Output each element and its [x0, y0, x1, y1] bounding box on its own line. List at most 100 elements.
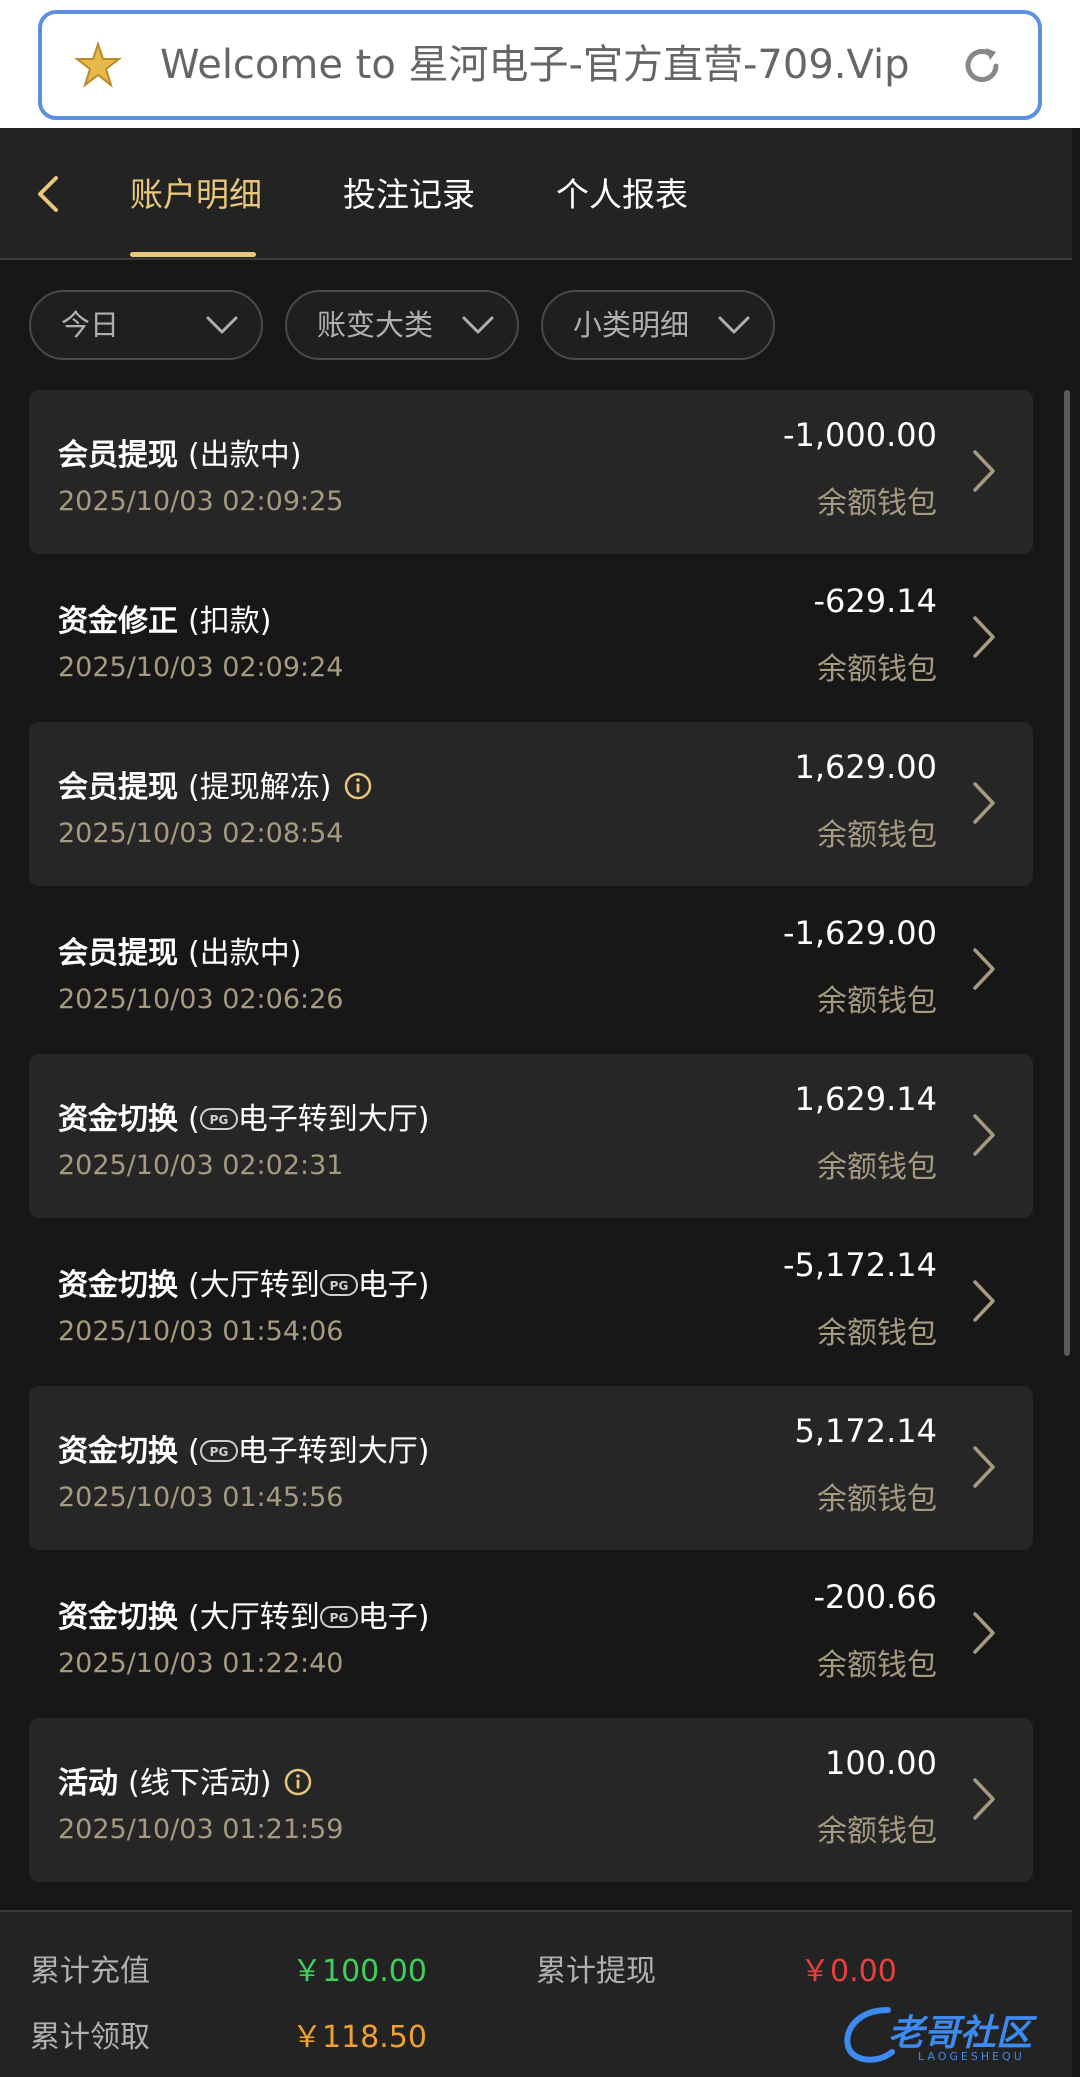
record-subtype: (线下活动): [128, 1766, 272, 1801]
record-title: 会员提现 (出款中): [58, 430, 301, 474]
info-icon[interactable]: [343, 771, 373, 801]
record-title: 资金切换 ( PG 电子转到大厅): [58, 1094, 429, 1138]
record-timestamp: 2025/10/03 01:45:56: [58, 1482, 344, 1513]
watermark-logo: 老哥社区 LAOGESHEQU: [838, 2000, 1068, 2070]
record-subtype-suffix: 电子转到大厅): [237, 1434, 430, 1469]
record-timestamp: 2025/10/03 02:09:24: [58, 652, 344, 683]
record-type: 资金切换: [58, 1600, 178, 1635]
chevron-right-icon[interactable]: [971, 946, 997, 992]
list-item[interactable]: 会员提现 (出款中) 2025/10/03 02:06:26 -1,629.00 余额钱…: [29, 888, 1033, 1052]
chevron-right-icon[interactable]: [971, 780, 997, 826]
chevron-right-icon[interactable]: [971, 1278, 997, 1324]
record-subtype: (提现解冻): [188, 770, 332, 805]
pg-logo-icon: PG: [319, 1605, 358, 1628]
record-title: 会员提现 (提现解冻): [58, 762, 373, 806]
record-amount: 1,629.00: [794, 748, 938, 786]
record-wallet: 余额钱包: [817, 652, 937, 687]
tab-account-details[interactable]: 账户明细: [130, 168, 262, 216]
watermark-subtext: LAOGESHEQU: [918, 2050, 1025, 2063]
total-claim-value: ￥118.50: [292, 2020, 427, 2055]
total-deposit-value: ￥100.00: [292, 1954, 427, 1989]
record-type: 会员提现: [58, 936, 178, 971]
record-wallet: 余额钱包: [817, 1482, 937, 1517]
record-subtype: (出款中): [188, 438, 302, 473]
record-wallet: 余额钱包: [817, 984, 937, 1019]
record-title: 资金切换 (PG 电子转到大厅): [58, 1426, 429, 1470]
record-subtype: (扣款): [188, 604, 272, 639]
record-wallet: 余额钱包: [817, 1150, 937, 1185]
filter-category-label: 账变大类: [317, 308, 434, 342]
record-title: 会员提现 (出款中): [58, 928, 301, 972]
record-type: 资金切换: [58, 1102, 178, 1137]
record-type: 资金切换: [58, 1268, 178, 1303]
active-tab-indicator: [130, 252, 256, 257]
list-item[interactable]: 资金切换 (大厅转到 PG 电子) 2025/10/03 01:54:06 -5,172.…: [29, 1220, 1033, 1384]
list-item[interactable]: 资金修正 (扣款) 2025/10/03 02:09:24 -629.14 余额钱包: [29, 556, 1033, 720]
list-item[interactable]: 资金切换 (PG 电子转到大厅) 2025/10/03 01:45:56 5,172.1…: [29, 1386, 1033, 1550]
svg-text:PG: PG: [209, 1445, 228, 1459]
watermark-text: 老哥社区: [888, 2013, 1033, 2054]
svg-text:PG: PG: [329, 1279, 348, 1293]
pg-logo-icon: PG: [199, 1439, 238, 1462]
record-amount: 1,629.14: [794, 1080, 938, 1118]
page: Welcome to 星河电子-官方直营-709.Vip 账户明细 投注记录 个…: [0, 0, 1080, 2077]
record-subtype-prefix: (: [188, 1102, 200, 1137]
record-subtype: (PG 电子转到大厅): [188, 1434, 429, 1469]
filter-category[interactable]: 账变大类: [285, 290, 519, 360]
record-subtype: ( PG 电子转到大厅): [188, 1102, 429, 1137]
chevron-down-icon: [462, 316, 494, 334]
chevron-right-icon[interactable]: [971, 614, 997, 660]
record-subtype-suffix: 电子): [357, 1600, 430, 1635]
list-item[interactable]: 会员提现 (出款中) 2025/10/03 02:09:25 -1,000.00 余额钱…: [29, 390, 1033, 554]
record-wallet: 余额钱包: [817, 818, 937, 853]
record-amount: 100.00: [825, 1744, 937, 1782]
record-wallet: 余额钱包: [817, 486, 937, 521]
back-arrow-icon[interactable]: [30, 172, 64, 216]
record-amount: -1,629.00: [782, 914, 937, 952]
info-icon[interactable]: [283, 1767, 313, 1797]
total-deposit-label: 累计充值: [30, 1954, 150, 1989]
list-item[interactable]: 资金切换 ( PG 电子转到大厅) 2025/10/03 02:02:31 1,629.1…: [29, 1054, 1033, 1218]
pg-logo-icon: PG: [319, 1273, 358, 1296]
chevron-down-icon: [718, 316, 750, 334]
record-wallet: 余额钱包: [817, 1814, 937, 1849]
record-title: 活动 (线下活动): [58, 1758, 313, 1802]
record-subtype: (大厅转到 PG 电子): [188, 1600, 429, 1635]
record-type: 资金切换: [58, 1434, 178, 1469]
record-timestamp: 2025/10/03 01:22:40: [58, 1648, 344, 1679]
record-subtype: (出款中): [188, 936, 302, 971]
record-amount: -629.14: [813, 582, 937, 620]
record-subtype-suffix: 电子): [357, 1268, 430, 1303]
filter-subcategory[interactable]: 小类明细: [541, 290, 775, 360]
scrollbar[interactable]: [1064, 390, 1070, 1356]
filter-date[interactable]: 今日: [29, 290, 263, 360]
list-item[interactable]: 活动 (线下活动) 2025/10/03 01:21:59 100.00 余额钱包: [29, 1718, 1033, 1882]
reload-icon[interactable]: [956, 40, 1008, 92]
chevron-right-icon[interactable]: [971, 1112, 997, 1158]
record-type: 会员提现: [58, 438, 178, 473]
record-timestamp: 2025/10/03 01:54:06: [58, 1316, 344, 1347]
record-type: 活动: [58, 1766, 118, 1801]
chevron-right-icon[interactable]: [971, 1610, 997, 1656]
record-subtype-suffix: 电子转到大厅): [237, 1102, 430, 1137]
list-item[interactable]: 资金切换 (大厅转到 PG 电子) 2025/10/03 01:22:40 -200.66…: [29, 1552, 1033, 1716]
url-text[interactable]: Welcome to 星河电子-官方直营-709.Vip: [160, 14, 909, 116]
tab-bet-records[interactable]: 投注记录: [343, 168, 475, 216]
record-timestamp: 2025/10/03 01:21:59: [58, 1814, 344, 1845]
list-item[interactable]: 会员提现 (提现解冻) 2025/10/03 02:08:54 1,629.00 余额钱…: [29, 722, 1033, 886]
svg-text:PG: PG: [209, 1113, 228, 1127]
record-subtype: (大厅转到 PG 电子): [188, 1268, 429, 1303]
tab-personal-report[interactable]: 个人报表: [556, 168, 688, 216]
record-title: 资金修正 (扣款): [58, 596, 271, 640]
chevron-right-icon[interactable]: [971, 1444, 997, 1490]
record-timestamp: 2025/10/03 02:02:31: [58, 1150, 344, 1181]
browser-chrome: Welcome to 星河电子-官方直营-709.Vip: [0, 0, 1080, 128]
svg-text:PG: PG: [329, 1611, 348, 1625]
chevron-right-icon[interactable]: [971, 1776, 997, 1822]
record-amount: -200.66: [813, 1578, 937, 1616]
tab-header: 账户明细 投注记录 个人报表: [0, 128, 1072, 260]
record-title: 资金切换 (大厅转到 PG 电子): [58, 1592, 429, 1636]
address-bar[interactable]: Welcome to 星河电子-官方直营-709.Vip: [38, 10, 1042, 120]
total-withdraw-label: 累计提现: [536, 1954, 656, 1989]
chevron-right-icon[interactable]: [971, 448, 997, 494]
